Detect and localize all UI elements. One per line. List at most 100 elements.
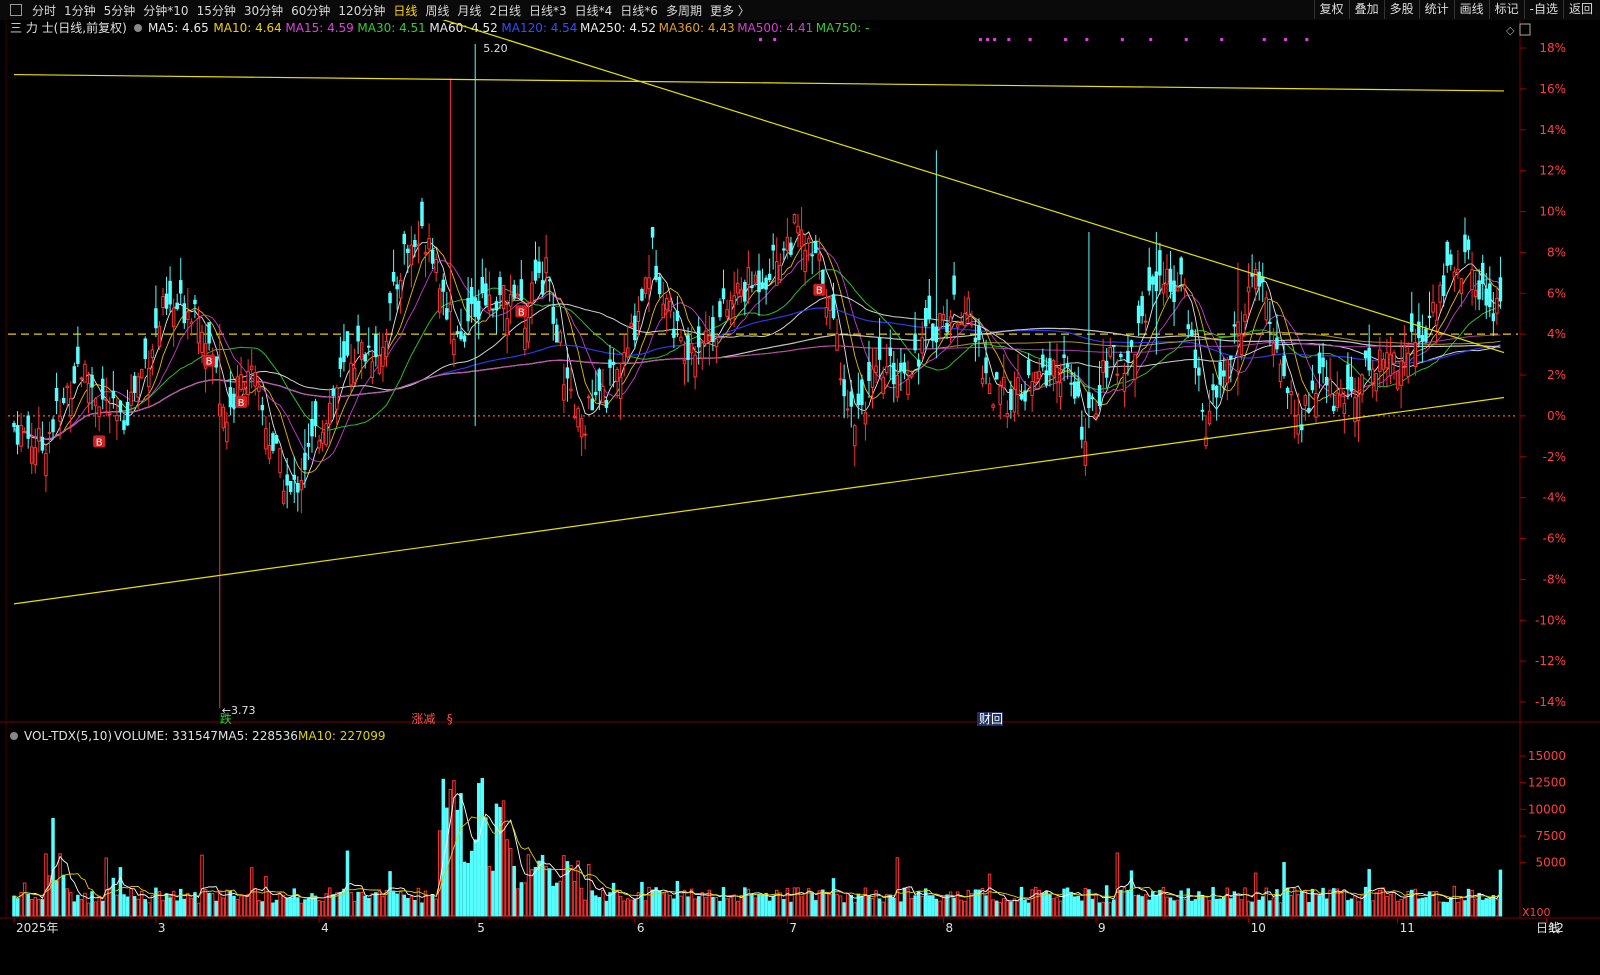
candle-body	[1002, 376, 1006, 389]
volume-bar	[1097, 902, 1102, 917]
period-tab-13[interactable]: 日线*4	[575, 4, 613, 18]
candle-body	[196, 317, 201, 344]
candle-body	[445, 308, 449, 320]
candle-body	[665, 298, 669, 311]
period-tab-11[interactable]: 2日线	[489, 4, 521, 18]
volume-bar	[1363, 886, 1368, 917]
volume-bar	[459, 793, 463, 917]
period-tab-1[interactable]: 1分钟	[64, 4, 96, 18]
candle-body	[1466, 239, 1471, 250]
candle-body	[1026, 359, 1031, 376]
period-tab-15[interactable]: 多周期	[666, 4, 702, 18]
period-tab-16[interactable]: 更多 〉	[710, 4, 750, 18]
volume-bar	[711, 896, 715, 917]
action-button-6[interactable]: -自选	[1523, 0, 1563, 19]
period-tab-3[interactable]: 分钟*10	[143, 4, 188, 18]
volume-bar	[668, 894, 673, 917]
volume-bar	[285, 897, 289, 917]
candle-body	[831, 294, 836, 319]
candle-body	[657, 276, 662, 295]
candle-body	[157, 325, 162, 348]
volume-bar	[164, 893, 169, 917]
volume-bar	[186, 892, 190, 917]
candle-body	[544, 257, 548, 274]
action-button-1[interactable]: 叠加	[1348, 0, 1384, 19]
candle-body	[963, 313, 967, 326]
candle-body	[835, 333, 839, 351]
volume-bar	[1218, 898, 1222, 917]
candle-body	[519, 279, 524, 301]
vol-ma10: MA10: 227099	[298, 729, 386, 743]
signal-dot-8	[1085, 38, 1089, 41]
event-label-3: 财回	[979, 712, 1003, 726]
period-tab-14[interactable]: 日线*6	[620, 4, 658, 18]
candle-body	[998, 385, 1002, 405]
candle-body	[1087, 392, 1091, 409]
candle-body	[1392, 352, 1396, 364]
candle-body	[342, 341, 346, 363]
action-button-7[interactable]: 返回	[1562, 0, 1598, 19]
volume-bar	[665, 891, 669, 917]
action-button-0[interactable]: 复权	[1313, 0, 1349, 19]
volume-bar	[79, 899, 84, 917]
volume-bar	[1058, 900, 1063, 917]
candle-body	[409, 244, 414, 266]
period-tab-2[interactable]: 5分钟	[104, 4, 136, 18]
action-button-4[interactable]: 画线	[1453, 0, 1489, 19]
candle-body	[1399, 360, 1403, 386]
volume-bar	[565, 861, 570, 917]
period-tab-7[interactable]: 120分钟	[338, 4, 385, 18]
volume-bar	[1388, 893, 1393, 917]
volume-bar	[963, 900, 967, 917]
volume-bar	[1370, 900, 1375, 917]
period-tab-0[interactable]: 分时	[32, 4, 56, 18]
candle-body	[640, 289, 644, 301]
period-tab-9[interactable]: 周线	[425, 4, 449, 18]
volume-bar	[1119, 889, 1123, 917]
candle-body	[97, 406, 101, 418]
y-label-8: 2%	[1547, 368, 1566, 382]
volume-bar	[973, 889, 978, 917]
candle-body	[1491, 313, 1496, 322]
candle-body	[1065, 364, 1070, 368]
period-tab-8[interactable]: 日线	[393, 4, 417, 18]
x-label-9: 11	[1400, 921, 1415, 935]
candle-body	[608, 359, 612, 368]
action-button-5[interactable]: 标记	[1488, 0, 1524, 19]
volume-bar	[633, 899, 637, 917]
layout-toggle-icon[interactable]	[10, 4, 22, 16]
volume-bar	[1456, 902, 1460, 917]
candle-body	[909, 374, 914, 378]
period-tab-10[interactable]: 月线	[457, 4, 481, 18]
volume-bar	[480, 777, 485, 917]
candle-body	[338, 357, 343, 369]
action-button-3[interactable]: 统计	[1418, 0, 1454, 19]
volume-bar	[849, 894, 853, 917]
volume-bar	[558, 880, 563, 917]
period-tab-4[interactable]: 15分钟	[197, 4, 236, 18]
period-tab-6[interactable]: 60分钟	[291, 4, 330, 18]
candle-body	[1349, 376, 1354, 392]
candle-body	[533, 259, 538, 281]
volume-bar	[1094, 894, 1098, 917]
candle-body	[349, 362, 353, 386]
volume-bar	[168, 897, 172, 917]
candle-body	[356, 325, 360, 342]
volume-bar	[86, 902, 91, 917]
candle-body	[161, 296, 165, 309]
volume-bar	[1452, 885, 1457, 917]
period-tab-5[interactable]: 30分钟	[244, 4, 283, 18]
ma-legend-2: MA15: 4.59	[285, 21, 353, 35]
period-tab-12[interactable]: 日线*3	[529, 4, 567, 18]
action-button-2[interactable]: 多股	[1383, 0, 1419, 19]
candle-body	[1229, 355, 1233, 360]
ma-legend-4: MA60: 4.52	[429, 21, 497, 35]
candle-body	[76, 346, 80, 364]
candle-body	[1055, 366, 1059, 383]
candle-body	[1182, 284, 1187, 290]
candle-body	[774, 261, 779, 286]
signal-dot-11	[1184, 38, 1188, 41]
volume-bar	[115, 894, 119, 917]
candle-body	[1289, 390, 1293, 396]
kline-chart[interactable]: 三 力 士(日线,前复权) MA5: 4.65 MA10: 4.64 MA15: 4.…	[0, 20, 1600, 975]
